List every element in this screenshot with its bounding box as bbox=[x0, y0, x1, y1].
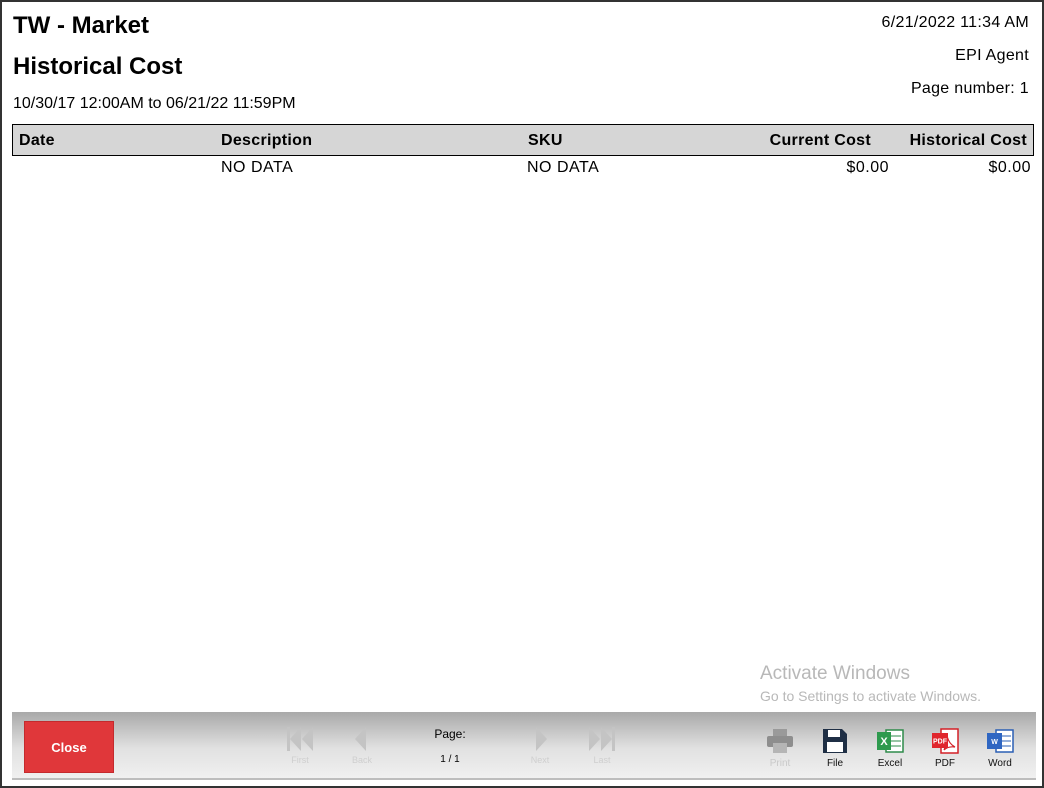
svg-text:PDF: PDF bbox=[933, 739, 948, 746]
page-indicator: 1 / 1 bbox=[440, 754, 460, 765]
close-button[interactable]: Close bbox=[24, 721, 114, 773]
first-page-label: First bbox=[291, 755, 309, 765]
save-file-icon bbox=[815, 728, 855, 754]
pdf-label: PDF bbox=[935, 758, 955, 769]
agent-name: EPI Agent bbox=[955, 47, 1029, 64]
first-page-button[interactable]: First bbox=[280, 726, 320, 765]
report-title: TW - Market bbox=[13, 12, 150, 39]
svg-text:W: W bbox=[991, 739, 998, 746]
last-page-label: Last bbox=[593, 755, 611, 765]
save-file-button[interactable]: File bbox=[815, 728, 855, 769]
previous-page-icon bbox=[342, 726, 382, 752]
page-label: Page: bbox=[434, 727, 466, 741]
cell-description: NO DATA bbox=[221, 159, 294, 176]
cell-current-cost: $0.00 bbox=[846, 159, 889, 176]
excel-icon: X bbox=[870, 728, 910, 754]
column-header-sku: SKU bbox=[528, 132, 563, 149]
column-header-historical-cost: Historical Cost bbox=[909, 132, 1027, 149]
first-page-icon bbox=[280, 726, 320, 752]
report-subtitle: Historical Cost bbox=[13, 53, 183, 80]
column-header-date: Date bbox=[19, 132, 55, 149]
page-number: Page number: 1 bbox=[910, 80, 1029, 97]
svg-text:X: X bbox=[880, 736, 888, 748]
last-page-button[interactable]: Last bbox=[582, 726, 622, 765]
previous-page-label: Back bbox=[351, 755, 372, 765]
word-icon: W bbox=[980, 728, 1020, 754]
report-viewer: TW - Market Historical Cost 10/30/17 12:… bbox=[0, 0, 1044, 788]
previous-page-button[interactable]: Back bbox=[342, 726, 382, 765]
cell-historical-cost: $0.00 bbox=[988, 159, 1031, 176]
file-label: File bbox=[826, 758, 844, 769]
activate-windows-subtitle: Go to Settings to activate Windows. bbox=[760, 688, 981, 704]
column-header-description: Description bbox=[221, 132, 313, 149]
printer-icon bbox=[760, 728, 800, 754]
column-header-current-cost: Current Cost bbox=[769, 132, 871, 149]
report-toolbar: Close First Back Page: 1 / 1 Next Last P… bbox=[12, 712, 1036, 780]
generated-datetime: 6/21/2022 11:34 AM bbox=[881, 14, 1029, 31]
next-page-icon bbox=[520, 726, 560, 752]
date-range: 10/30/17 12:00AM to 06/21/22 11:59PM bbox=[13, 95, 296, 112]
export-word-button[interactable]: W Word bbox=[980, 728, 1020, 769]
print-button[interactable]: Print bbox=[760, 728, 800, 769]
excel-label: Excel bbox=[877, 758, 903, 769]
activate-windows-title: Activate Windows bbox=[760, 663, 910, 684]
pdf-icon: PDF bbox=[925, 728, 965, 754]
next-page-label: Next bbox=[530, 755, 550, 765]
export-excel-button[interactable]: X Excel bbox=[870, 728, 910, 769]
export-pdf-button[interactable]: PDF PDF bbox=[925, 728, 965, 769]
next-page-button[interactable]: Next bbox=[520, 726, 560, 765]
cell-sku: NO DATA bbox=[527, 159, 600, 176]
word-label: Word bbox=[988, 758, 1012, 769]
table-header: Date Description SKU Current Cost Histor… bbox=[12, 124, 1034, 156]
print-label: Print bbox=[769, 758, 791, 769]
last-page-icon bbox=[582, 726, 622, 752]
